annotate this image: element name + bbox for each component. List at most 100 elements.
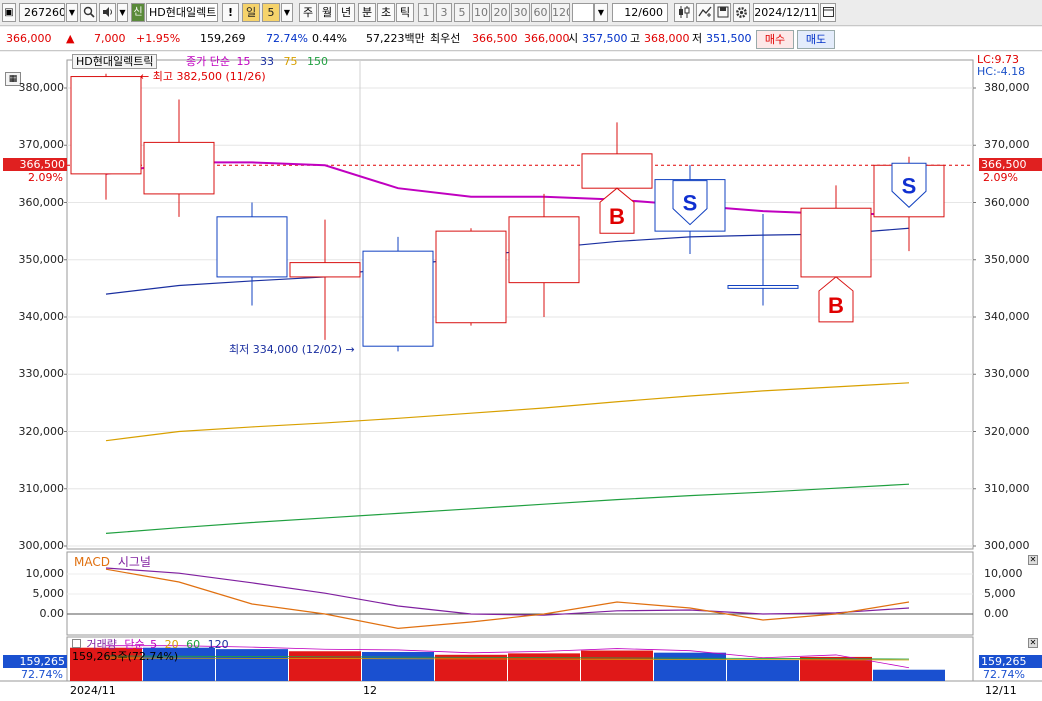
candle-type-icon[interactable] [674,3,694,22]
period-day-tab[interactable]: 일 [242,3,260,22]
low-annotation: 최저 334,000 (12/02) → [229,343,355,356]
period-tab-month[interactable]: 월 [318,3,336,22]
volume-bar [800,656,872,681]
sell-button[interactable]: 매도 [797,30,835,49]
best-ask-price: 366,500 [472,32,518,45]
screen-menu-icon[interactable]: ▣ [2,3,16,22]
candle-body [581,153,653,189]
search-icon[interactable] [80,3,97,22]
high-price: 368,000 [644,32,690,45]
price-tick-label: 310,000 [18,481,65,495]
candle-body [727,285,799,289]
buy-button[interactable]: 매수 [756,30,794,49]
count-button-5[interactable]: 5 [454,3,470,22]
price-tick-label: 360,000 [984,195,1030,209]
candle-body [362,250,434,347]
count-button-60[interactable]: 60 [531,3,550,22]
price-tick-label: 300,000 [18,539,65,552]
count-button-1[interactable]: 1 [418,3,434,22]
count-button-10[interactable]: 10 [472,3,490,22]
period-tab-year[interactable]: 년 [337,3,355,22]
buy-signal-label: B [828,293,844,318]
price-tick-label: 330,000 [984,367,1030,381]
calendar-icon[interactable] [820,3,836,22]
period-tab-minute[interactable]: 분 [358,3,376,22]
open-label: 시 [568,32,579,45]
volume-tag-right: 159,265 [979,655,1042,668]
count-button-30[interactable]: 30 [511,3,530,22]
price-tick-label: 360,000 [18,195,65,209]
period-dropdown-icon[interactable]: ▼ [281,3,293,22]
stock-code-input[interactable]: 267260 [19,3,65,22]
speaker-dropdown-icon[interactable]: ▼ [117,3,128,22]
macd-tick-label: 0.00 [39,607,65,620]
period-tab-second[interactable]: 초 [377,3,395,22]
volume-info: 159,265주(72.74%) [72,650,179,663]
volume-close-icon[interactable]: ✕ [1028,638,1038,648]
credit-badge: 신 [131,3,145,22]
price-tick-label: 350,000 [984,252,1030,266]
code-dropdown-icon[interactable]: ▼ [66,3,78,22]
candle-body [435,230,507,324]
low-price: 351,500 [706,32,752,45]
legend-ma-150: 150 [306,55,328,68]
count-button-3[interactable]: 3 [436,3,452,22]
legend-ma-label: 종가 단순 [186,55,230,68]
candle-body [216,216,288,278]
warning-button[interactable]: ! [222,3,239,22]
display-range-field[interactable]: 12/600 [612,3,668,22]
current-price-pct-right: 2.09% [983,171,1018,184]
indicator-add-icon[interactable] [696,3,714,22]
legend-ma-15: 15 [236,55,251,68]
x-label-12-11: 12/11 [985,684,1017,697]
price-tick-label: 380,000 [984,81,1030,94]
chart-canvas[interactable]: B S B S [0,52,1042,701]
speaker-icon[interactable] [99,3,116,22]
date-field[interactable]: 2024/12/11 [753,3,819,22]
save-icon[interactable] [714,3,731,22]
volume-legend-box-icon [72,639,81,648]
low-annotation-text: 최저 334,000 (12/02) [229,343,343,356]
sell-signal-label: S [683,191,698,216]
turnover-rate: 0.44% [312,32,347,45]
volume-ma-60: 60 [186,638,201,651]
candle-body [508,216,580,284]
volume-pct-right: 72.74% [983,668,1025,681]
x-label-12: 12 [363,684,377,697]
candle-body [800,207,872,278]
macd-tick-label: 5,000 [984,587,1016,600]
chart-area[interactable]: BSBS ▦ 380,000 380,000 370,000 370,000 360,0… [0,52,1042,701]
high-annotation: ← 최고 382,500 (11/26) [140,70,266,83]
price-tick-label: 310,000 [984,481,1030,495]
current-price-tag-right: 366,500 [979,158,1042,171]
gear-icon[interactable] [733,3,750,22]
volume-pct-left: 72.74% [21,668,63,681]
legend-ma-33: 33 [259,55,274,68]
period-tab-week[interactable]: 주 [299,3,317,22]
stock-name-field[interactable]: HD현대일렉트릭 [146,3,218,22]
period-number-field[interactable]: 5 [262,3,280,22]
price-change-percent: +1.95% [136,32,181,45]
macd-label: MACD [74,555,110,569]
macd-tick-label: 5,000 [32,587,65,600]
legend-moving-average[interactable]: 종가 단순 15 33 75 150 [186,55,328,68]
volume-bar [289,651,361,681]
volume-bar [581,650,653,681]
macd-tick-label: 10,000 [25,567,65,580]
volume-bar [873,669,945,681]
price-tick-label: 380,000 [18,81,65,94]
count-button-20[interactable]: 20 [491,3,510,22]
volume-value: 159,269 [200,32,246,45]
count-button-120[interactable]: 120 [551,3,570,22]
volume-tag-left: 159,265 [3,655,67,668]
current-price: 366,000 [6,32,52,45]
period-tab-tick[interactable]: 틱 [396,3,414,22]
macd-legend[interactable]: MACD 시그널 [74,555,151,569]
volume-bar [362,651,434,681]
custom-count-dropdown-icon[interactable]: ▼ [594,3,608,22]
legend-stock-name[interactable]: HD현대일렉트릭 [72,54,158,69]
custom-count-field[interactable] [572,3,594,22]
price-tick-label: 340,000 [18,310,65,323]
macd-close-icon[interactable]: ✕ [1028,555,1038,565]
volume-ma-120: 120 [207,638,229,651]
